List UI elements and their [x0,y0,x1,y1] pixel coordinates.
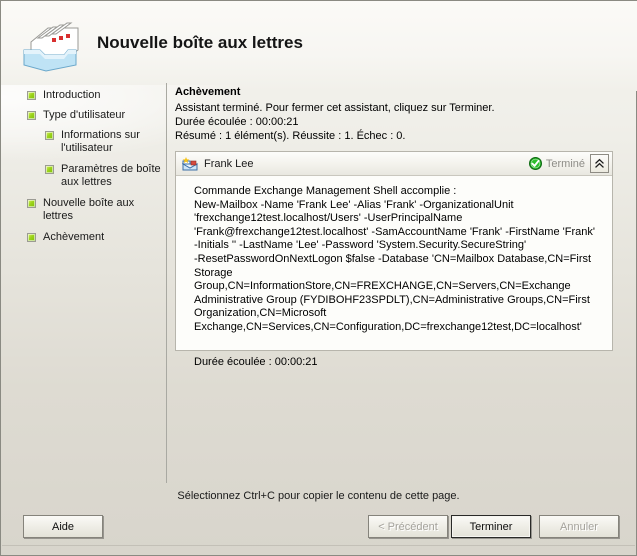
content-elapsed-time: Durée écoulée : 00:00:21 [175,116,299,128]
status-badge: Terminé [528,157,585,170]
status-label: Terminé [545,157,585,170]
green-check-circle-icon [528,157,542,170]
sidebar-item-label: Type d'utilisateur [43,109,126,121]
finish-button[interactable]: Terminer [451,515,531,538]
green-square-icon [45,131,54,140]
sidebar-item-new-mailbox[interactable]: Nouvelle boîte aux lettres [27,197,147,223]
help-button-label: Aide [51,520,75,533]
new-mailbox-icon [181,156,199,171]
page-title: Nouvelle boîte aux lettres [97,33,303,52]
sidebar-item-user-information[interactable]: Informations sur l'utilisateur [45,129,165,155]
wizard-banner: Nouvelle boîte aux lettres [1,1,636,79]
content-area: Achèvement Assistant terminé. Pour ferme… [175,85,615,143]
sidebar-item-mailbox-settings[interactable]: Paramètres de boîte aux lettres [45,163,165,189]
wizard-steps-sidebar: Introduction Type d'utilisateur Informat… [1,79,166,479]
result-elapsed-time: Durée écoulée : 00:00:21 [194,355,318,368]
footer-separator [2,545,635,546]
content-summary: Résumé : 1 élément(s). Réussite : 1. Éch… [175,130,406,142]
sidebar-item-user-type[interactable]: Type d'utilisateur [27,109,125,122]
green-square-icon [45,165,54,174]
sidebar-item-label: Achèvement [43,231,105,243]
green-square-icon [27,199,36,208]
result-panel-header[interactable]: Frank Lee Terminé [176,152,612,176]
finish-button-label: Terminer [469,520,513,533]
sidebar-item-introduction[interactable]: Introduction [27,89,100,102]
green-square-icon [27,91,36,100]
chevron-double-up-icon[interactable] [590,154,609,173]
result-panel: Frank Lee Terminé Commande Exchange Mana… [175,151,613,368]
content-description: Assistant terminé. Pour fermer cet assis… [175,102,495,114]
help-button[interactable]: Aide [23,515,103,538]
result-item-name: Frank Lee [204,157,254,170]
wizard-button-bar: Aide < Précédent Terminer Annuler [1,513,636,543]
result-command-output: Commande Exchange Management Shell accom… [194,185,595,333]
cancel-button-label: Annuler [560,520,598,533]
content-heading: Achèvement [175,86,241,98]
sidebar-item-label: Introduction [43,89,101,101]
sidebar-item-label: Paramètres de boîte aux lettres [61,163,161,188]
cancel-button[interactable]: Annuler [539,515,619,538]
footer-hint-text: Sélectionnez Ctrl+C pour copier le conte… [177,490,460,502]
sidebar-item-completion[interactable]: Achèvement [27,231,104,244]
sidebar-item-label: Informations sur l'utilisateur [61,129,140,154]
sidebar-item-label: Nouvelle boîte aux lettres [43,197,135,222]
back-button[interactable]: < Précédent [368,515,448,538]
sidebar-divider [166,83,167,483]
green-square-icon [27,111,36,120]
new-mailbox-wizard-window: Nouvelle boîte aux lettres Introduction … [0,0,637,556]
back-button-label: < Précédent [378,520,438,533]
green-square-icon [27,233,36,242]
mailbox-stack-icon [18,20,82,72]
